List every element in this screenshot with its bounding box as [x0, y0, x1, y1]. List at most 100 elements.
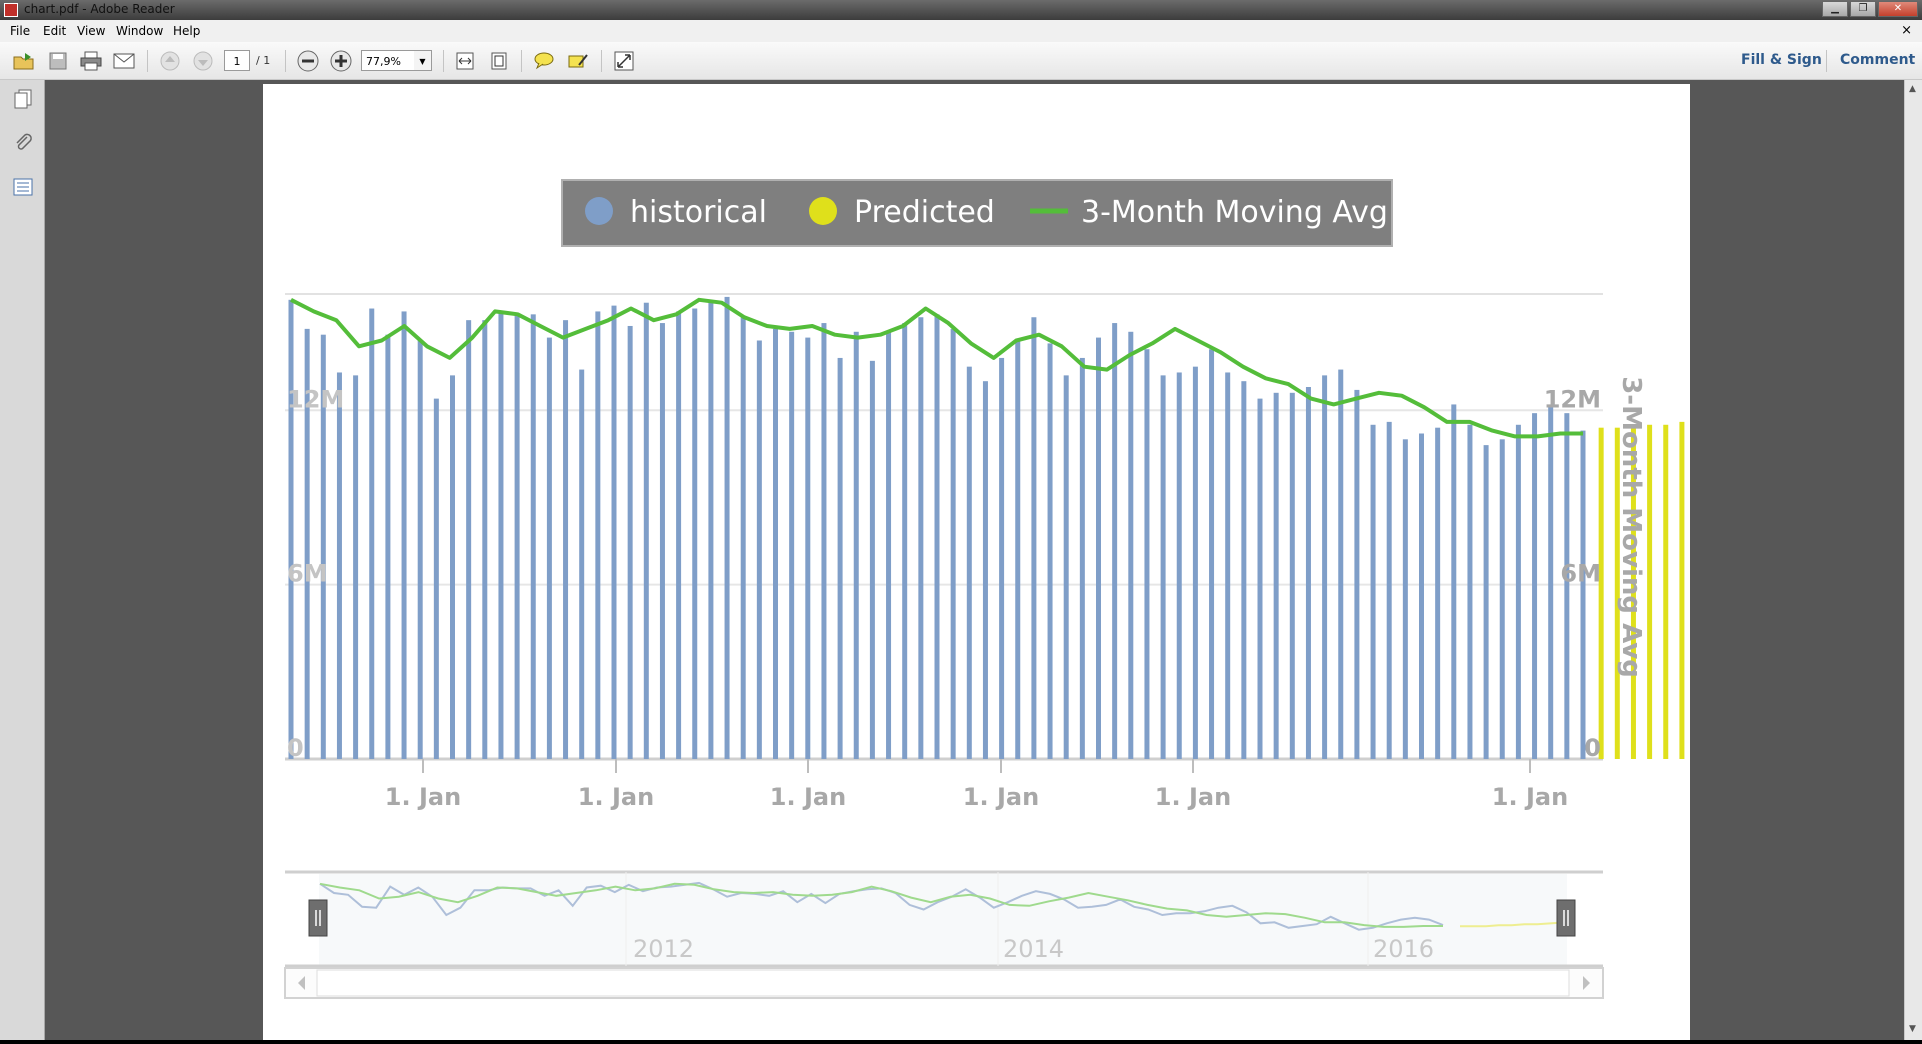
minimize-button[interactable]: ▁	[1822, 1, 1848, 17]
sticky-note-button[interactable]	[532, 49, 556, 73]
zoom-dropdown-button[interactable]: ▼	[414, 50, 432, 71]
bar-historical	[902, 323, 908, 759]
chart-axes: 0 6M 12M 0 6M 12M 3-Month Moving Avg 1. Jan 1. J…	[287, 376, 1646, 811]
vertical-scrollbar[interactable]: ▲ ▼	[1904, 80, 1922, 1040]
y-left-tick-label: 6M	[287, 560, 328, 588]
page-number-input[interactable]: 1	[224, 50, 250, 71]
chevron-down-icon: ▼	[419, 57, 426, 66]
scrolling-mode-button[interactable]	[453, 49, 477, 73]
highlight-button[interactable]	[566, 49, 590, 73]
save-button[interactable]	[46, 49, 70, 73]
layers-button[interactable]	[12, 176, 34, 198]
bar-historical	[401, 311, 407, 759]
bar-historical	[530, 314, 536, 759]
close-window-button[interactable]: ✕	[1878, 1, 1918, 17]
highlighter-icon	[568, 54, 588, 68]
next-page-button[interactable]	[191, 49, 215, 73]
bar-historical	[563, 320, 569, 759]
window-controls: ▁ ❐ ✕	[1822, 1, 1918, 17]
zoom-in-button[interactable]	[329, 49, 353, 73]
zoom-level-input[interactable]: 77,9%	[361, 50, 415, 71]
page-thumbnails-button[interactable]	[12, 88, 34, 110]
toolbar-separator	[443, 50, 444, 72]
print-button[interactable]	[79, 49, 103, 73]
bar-historical	[385, 334, 391, 759]
restore-button[interactable]: ❐	[1850, 1, 1876, 17]
open-button[interactable]	[12, 49, 36, 73]
menu-file[interactable]: File	[10, 24, 30, 38]
bar-historical	[692, 308, 698, 759]
x-tick-label: 1. Jan	[770, 783, 846, 811]
navigator-handle[interactable]	[308, 899, 328, 937]
menu-view[interactable]: View	[77, 24, 105, 38]
toolbar-separator	[147, 50, 148, 72]
bar-historical	[466, 320, 472, 759]
pdf-page: 0 6M 12M 0 6M 12M 3-Month Moving Avg 1. Jan 1. J…	[263, 84, 1733, 1040]
layers-icon	[13, 178, 33, 196]
bar-historical	[1305, 387, 1311, 759]
menu-window[interactable]: Window	[116, 24, 163, 38]
bar-historical	[1096, 337, 1101, 759]
toolbar: 1 / 1 77,9% ▼ Fill & Sign Comment	[0, 42, 1922, 80]
bar-historical	[837, 357, 843, 759]
bar-historical	[1289, 392, 1295, 759]
menu-edit[interactable]: Edit	[43, 24, 66, 38]
navigator-year-label: 2016	[1373, 935, 1434, 963]
bar-historical	[821, 323, 827, 759]
toolbar-separator	[285, 50, 286, 72]
fill-sign-button[interactable]: Fill & Sign	[1741, 52, 1822, 68]
email-button[interactable]	[112, 49, 136, 73]
bar-historical	[676, 311, 682, 759]
bar-historical	[805, 337, 811, 759]
bar-historical	[1176, 372, 1182, 759]
bar-historical	[1370, 424, 1376, 759]
bar-historical	[1354, 389, 1360, 759]
toolbar-separator	[601, 50, 602, 72]
x-tick-label: 1. Jan	[1155, 783, 1231, 811]
paperclip-icon	[16, 133, 32, 150]
scroll-down-icon[interactable]: ▼	[1909, 1024, 1916, 1034]
x-tick-label: 1. Jan	[1492, 783, 1568, 811]
full-screen-button[interactable]	[612, 49, 636, 73]
bar-historical	[1402, 439, 1408, 759]
bar-historical	[708, 302, 714, 759]
chart-navigator[interactable]: 2012 2014 2016	[284, 870, 1604, 999]
fit-page-button[interactable]	[487, 49, 511, 73]
bar-historical	[982, 381, 988, 759]
navigator-handle[interactable]	[1556, 899, 1576, 937]
arrow-down-icon	[193, 51, 213, 71]
bar-historical	[1338, 369, 1344, 759]
legend-label-predicted: Predicted	[854, 195, 995, 230]
expand-icon	[614, 51, 634, 71]
legend-marker-historical	[585, 197, 613, 225]
open-folder-icon	[13, 53, 34, 70]
fit-width-icon	[456, 52, 474, 70]
adobe-reader-icon	[4, 3, 18, 17]
navigator-year-label: 2012	[633, 935, 694, 963]
bar-historical	[1209, 349, 1215, 759]
bar-historical	[1322, 375, 1328, 759]
bar-historical	[869, 360, 875, 759]
bar-historical	[579, 369, 585, 759]
comment-button[interactable]: Comment	[1840, 52, 1915, 68]
close-document-button[interactable]: ×	[1901, 23, 1912, 38]
bar-historical	[1483, 445, 1489, 759]
bar-historical	[288, 299, 294, 759]
y-left-tick-label: 12M	[287, 385, 344, 413]
previous-page-button[interactable]	[158, 49, 182, 73]
menu-bar: File Edit View Window Help ×	[0, 20, 1922, 42]
attachments-button[interactable]	[12, 132, 34, 154]
zoom-out-button[interactable]	[296, 49, 320, 73]
bar-predicted	[1647, 424, 1653, 759]
scroll-up-icon[interactable]: ▲	[1909, 84, 1916, 94]
y-right-tick-label: 12M	[1544, 385, 1601, 413]
minus-circle-icon	[297, 50, 319, 72]
legend-marker-predicted	[809, 197, 837, 225]
bar-historical	[1047, 343, 1053, 759]
menu-help[interactable]: Help	[173, 24, 200, 38]
bar-historical	[659, 323, 665, 759]
navigator-year-label: 2014	[1003, 935, 1064, 963]
bar-historical	[1079, 357, 1085, 759]
bar-historical	[789, 331, 795, 759]
x-tick-label: 1. Jan	[963, 783, 1039, 811]
